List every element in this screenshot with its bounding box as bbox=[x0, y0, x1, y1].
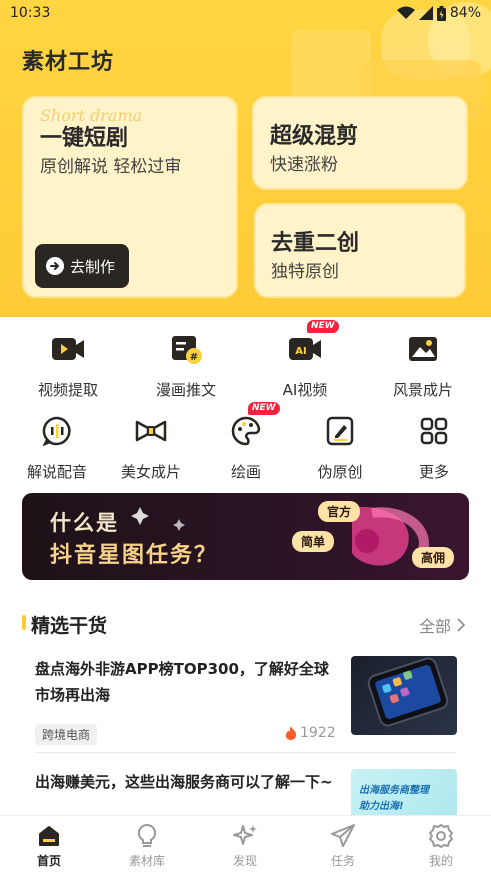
feature-label: 美女成片 bbox=[120, 463, 181, 481]
home-icon bbox=[34, 822, 64, 850]
section-accent-bar bbox=[22, 615, 26, 630]
card-title: 一键短剧 bbox=[40, 126, 129, 151]
view-all-link[interactable]: 全部 bbox=[419, 613, 465, 637]
section-title: 精选干货 bbox=[31, 615, 108, 637]
card-subtitle: 快速涨粉 bbox=[270, 155, 338, 175]
article-item[interactable]: 出海赚美元，这些出海服务商可以了解一下~ 出海服务商整理 助力出海! bbox=[35, 769, 457, 819]
status-bar: 10:33 84% bbox=[0, 0, 491, 28]
make-button-label: 去制作 bbox=[70, 257, 116, 276]
promo-banner[interactable]: 什么是 抖音星图任务？ 官方 简单 高佣 bbox=[22, 493, 469, 580]
banner-tag: 高佣 bbox=[412, 547, 455, 568]
feature-beauty-clip[interactable]: 美女成片 bbox=[96, 411, 206, 482]
article-item[interactable]: 盘点海外非游APP榜TOP300，了解好全球市场再出海 跨境电商 1922 bbox=[35, 656, 457, 745]
feature-label: 风景成片 bbox=[392, 381, 453, 399]
nav-label: 任务 bbox=[330, 854, 355, 868]
article-title: 盘点海外非游APP榜TOP300，了解好全球市场再出海 bbox=[35, 660, 329, 704]
voice-dub-icon bbox=[37, 411, 77, 451]
view-all-label: 全部 bbox=[418, 617, 451, 636]
palette-icon: NEW bbox=[226, 402, 280, 451]
article-tag: 跨境电商 bbox=[35, 724, 98, 745]
page-title: 素材工坊 bbox=[22, 50, 115, 75]
nav-discover[interactable]: 发现 bbox=[196, 822, 294, 869]
card-subtitle: 独特原创 bbox=[271, 262, 339, 282]
ai-video-icon: AI NEW bbox=[285, 320, 339, 369]
feature-more[interactable]: 更多 bbox=[379, 411, 489, 482]
settings-gear-icon bbox=[426, 822, 456, 850]
feature-video-extract[interactable]: 视频提取 bbox=[13, 329, 123, 400]
feature-landscape[interactable]: 风景成片 bbox=[368, 329, 478, 400]
new-badge: NEW bbox=[248, 402, 280, 415]
banner-line1: 什么是 bbox=[50, 511, 119, 535]
battery-percent: 84% bbox=[449, 5, 481, 21]
article-views: 1922 bbox=[285, 725, 336, 741]
feature-comic-post[interactable]: # 漫画推文 bbox=[131, 329, 241, 400]
bottom-nav: 首页 素材库 发现 任务 我的 bbox=[0, 815, 491, 873]
feature-label: AI视频 bbox=[282, 381, 328, 399]
nav-label: 我的 bbox=[428, 854, 453, 868]
video-camera-icon bbox=[48, 329, 88, 369]
status-icons: 84% bbox=[396, 5, 481, 21]
article-title: 出海赚美元，这些出海服务商可以了解一下~ bbox=[35, 773, 333, 791]
nav-me[interactable]: 我的 bbox=[392, 822, 490, 869]
thumbnail-text: 出海服务商整理 bbox=[359, 785, 429, 796]
feature-label: 漫画推文 bbox=[155, 381, 216, 399]
card-short-drama[interactable]: Short drama 一键短剧 原创解说 轻松过审 去制作 bbox=[22, 96, 238, 298]
svg-text:AI: AI bbox=[295, 346, 306, 357]
lightbulb-icon bbox=[132, 822, 162, 850]
article-thumbnail: 出海服务商整理 助力出海! bbox=[351, 769, 457, 819]
list-divider bbox=[35, 752, 456, 753]
card-title: 超级混剪 bbox=[270, 124, 359, 149]
banner-tag: 官方 bbox=[318, 501, 361, 522]
sparkle-icon bbox=[230, 822, 260, 850]
card-remix-create[interactable]: 去重二创 独特原创 bbox=[254, 203, 466, 298]
nav-label: 发现 bbox=[232, 854, 257, 868]
make-button[interactable]: 去制作 bbox=[35, 244, 129, 288]
feature-label: 更多 bbox=[418, 463, 449, 481]
banner-line2: 抖音星图任务？ bbox=[50, 543, 219, 568]
feature-ai-video[interactable]: AI NEW AI视频 bbox=[250, 320, 360, 400]
status-time: 10:33 bbox=[10, 5, 51, 21]
banner-tag: 简单 bbox=[292, 531, 335, 552]
nav-label: 首页 bbox=[36, 854, 61, 868]
paper-plane-icon bbox=[328, 822, 358, 850]
fire-icon bbox=[285, 726, 297, 740]
chevron-right-icon bbox=[457, 618, 465, 632]
wifi-icon bbox=[396, 6, 415, 19]
card-super-mix[interactable]: 超级混剪 快速涨粉 bbox=[252, 96, 468, 190]
nav-home[interactable]: 首页 bbox=[0, 822, 98, 869]
bow-icon bbox=[131, 411, 171, 451]
landscape-image-icon bbox=[403, 329, 443, 369]
header-banner: 10:33 84% 素材工坊 Short drama 一键短剧 原创解说 轻松过… bbox=[0, 0, 491, 317]
nav-material[interactable]: 素材库 bbox=[98, 822, 196, 869]
nav-tasks[interactable]: 任务 bbox=[294, 822, 392, 869]
article-thumbnail bbox=[351, 656, 457, 735]
edit-pen-icon bbox=[320, 411, 360, 451]
views-count: 1922 bbox=[300, 725, 336, 741]
signal-icon bbox=[418, 6, 433, 20]
card-subtitle: 原创解说 轻松过审 bbox=[40, 157, 182, 177]
arrow-right-icon bbox=[46, 257, 64, 275]
thumbnail-text: 助力出海! bbox=[359, 801, 404, 812]
grid-more-icon bbox=[414, 411, 454, 451]
feature-label: 视频提取 bbox=[37, 381, 98, 399]
comic-icon: # bbox=[166, 329, 206, 369]
new-badge: NEW bbox=[307, 320, 339, 333]
battery-icon bbox=[436, 5, 446, 21]
svg-text:#: # bbox=[190, 352, 198, 363]
nav-label: 素材库 bbox=[128, 854, 165, 868]
card-title: 去重二创 bbox=[271, 231, 360, 256]
